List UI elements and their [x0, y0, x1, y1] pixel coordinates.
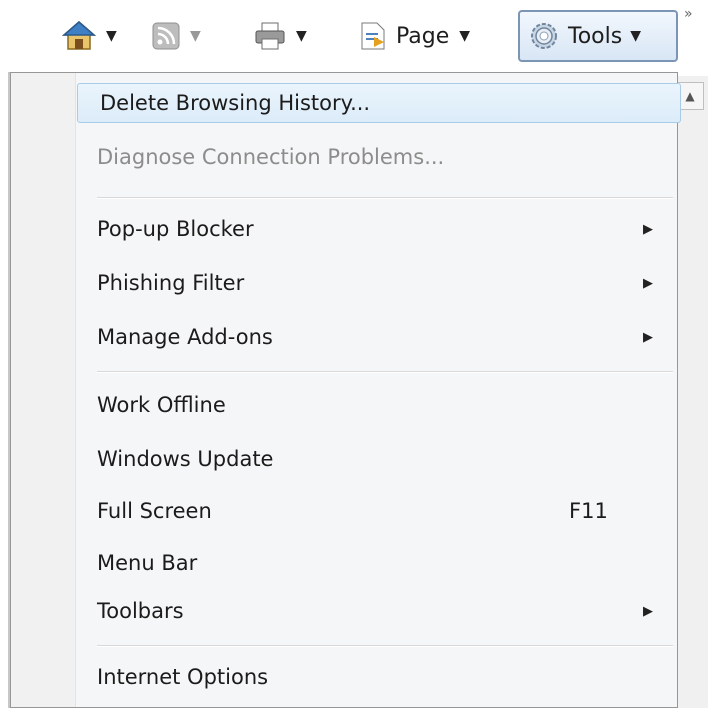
tools-button-label: Tools [568, 23, 623, 49]
menu-item-label: Work Offline [97, 393, 226, 417]
home-button[interactable]: ▼ [62, 18, 117, 54]
menu-item-shortcut: F11 [569, 499, 608, 523]
menu-item-label: Windows Update [97, 447, 274, 471]
feeds-dropdown-caret[interactable]: ▼ [190, 28, 201, 44]
home-dropdown-caret[interactable]: ▼ [106, 28, 117, 44]
menu-item-toolbars[interactable]: Toolbars ▶ [75, 591, 673, 631]
menu-item-label: Phishing Filter [97, 271, 245, 295]
gear-icon [531, 23, 557, 49]
menu-item-delete-browsing-history[interactable]: Delete Browsing History... [77, 83, 681, 123]
menu-item-label: Manage Add-ons [97, 325, 273, 349]
command-bar: ▼ ▼ ▼ Page ▼ Tools ▼ » [0, 0, 708, 72]
printer-icon [255, 22, 285, 50]
menu-item-phishing-filter[interactable]: Phishing Filter ▶ [75, 263, 673, 303]
submenu-arrow-icon: ▶ [643, 603, 653, 619]
submenu-arrow-icon: ▶ [643, 329, 653, 345]
page-button-label: Page [396, 23, 450, 49]
tools-button[interactable]: Tools ▼ [518, 10, 678, 62]
menu-item-label: Toolbars [97, 599, 184, 623]
home-icon [62, 21, 96, 50]
rss-feed-icon [152, 22, 180, 50]
menu-item-label: Menu Bar [97, 551, 198, 575]
menu-item-popup-blocker[interactable]: Pop-up Blocker ▶ [75, 209, 673, 249]
menu-item-diagnose-connection-problems: Diagnose Connection Problems... [75, 137, 673, 177]
menu-item-menu-bar[interactable]: Menu Bar [75, 543, 673, 583]
submenu-arrow-icon: ▶ [643, 275, 653, 291]
menu-icon-gutter [11, 73, 76, 707]
menu-item-label: Pop-up Blocker [97, 217, 254, 241]
menu-item-work-offline[interactable]: Work Offline [75, 385, 673, 425]
menu-item-manage-add-ons[interactable]: Manage Add-ons ▶ [75, 317, 673, 357]
page-dropdown-caret[interactable]: ▼ [459, 28, 470, 44]
menu-separator [97, 197, 673, 199]
menu-separator [97, 645, 673, 647]
print-button[interactable]: ▼ [254, 18, 307, 54]
page-button[interactable]: Page ▼ [360, 18, 470, 54]
submenu-arrow-icon: ▶ [643, 221, 653, 237]
menu-separator [97, 371, 673, 373]
menu-item-windows-update[interactable]: Windows Update [75, 439, 673, 479]
print-dropdown-caret[interactable]: ▼ [296, 28, 307, 44]
menu-item-label: Delete Browsing History... [100, 91, 371, 115]
menu-item-internet-options[interactable]: Internet Options [75, 657, 673, 697]
menu-item-label: Internet Options [97, 665, 269, 689]
menu-item-label: Diagnose Connection Problems... [97, 145, 445, 169]
toolbar-overflow-chevron[interactable]: » [684, 6, 693, 22]
feeds-button[interactable]: ▼ [152, 18, 201, 54]
tools-menu: Delete Browsing History... Diagnose Conn… [10, 72, 681, 708]
menu-item-full-screen[interactable]: Full Screen F11 [75, 491, 673, 531]
menu-item-label: Full Screen [97, 499, 212, 523]
page-icon [361, 22, 385, 50]
tools-dropdown-caret: ▼ [630, 28, 641, 44]
